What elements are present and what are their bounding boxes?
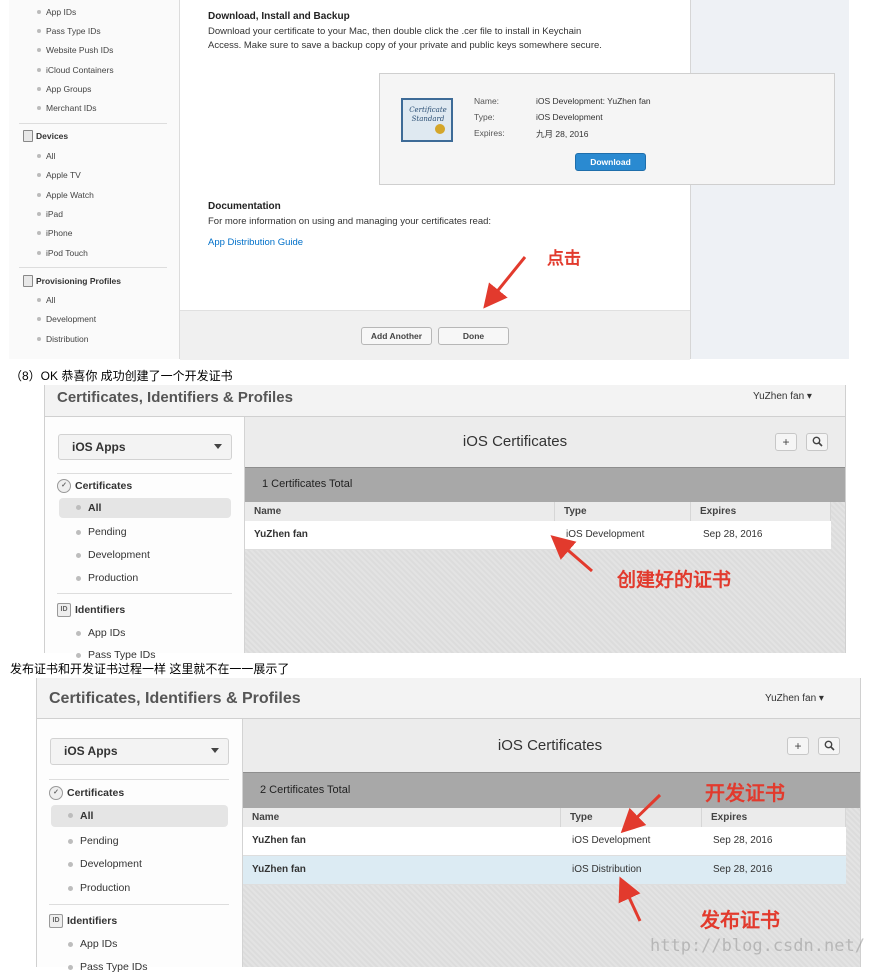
arrow-to-done [483, 256, 527, 309]
annotation-arrows [483, 256, 662, 922]
arrow-to-dist-cert [618, 876, 642, 922]
arrow-to-dev-cert [620, 793, 662, 834]
watermark: http://blog.csdn.net/ [650, 936, 865, 956]
arrow-to-created-cert [550, 535, 593, 573]
